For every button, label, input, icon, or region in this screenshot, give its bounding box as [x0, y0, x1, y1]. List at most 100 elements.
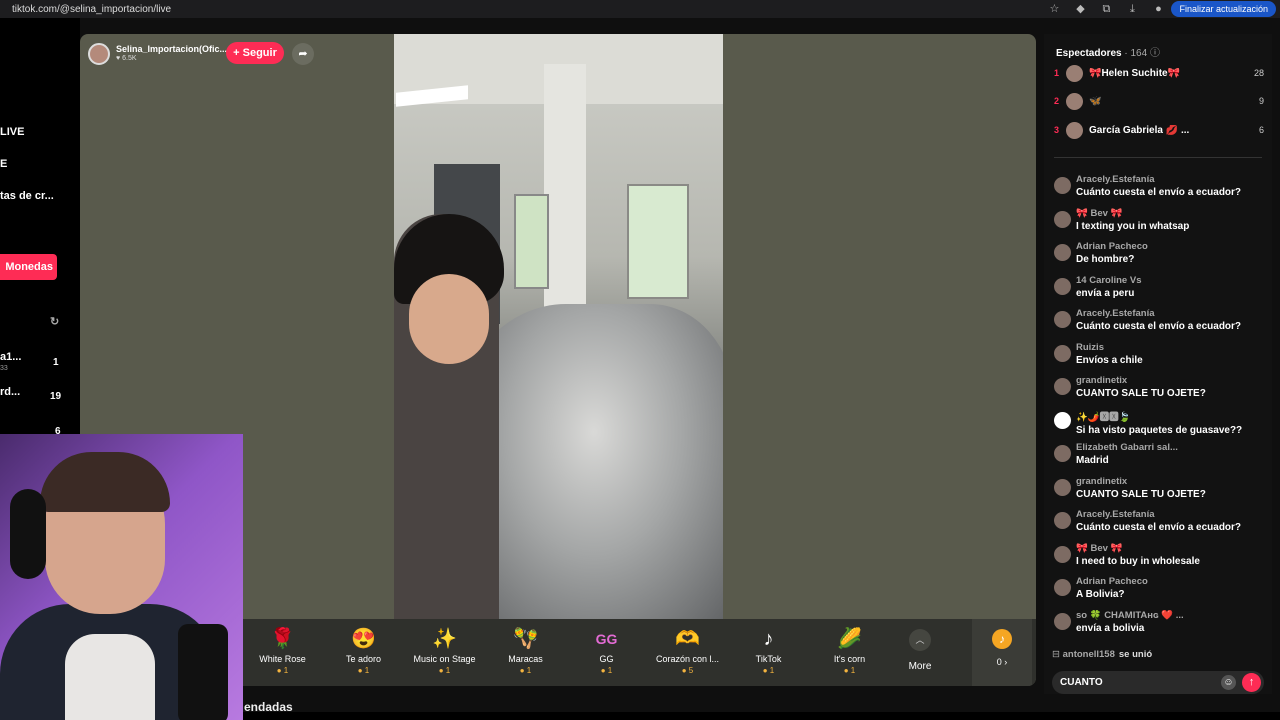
webcam-hair: [40, 452, 170, 512]
rose-icon: 🌹: [270, 628, 295, 650]
avatar: [1054, 612, 1071, 630]
extension-icon[interactable]: ◆: [1073, 2, 1087, 16]
host-name[interactable]: Selina_Importacion(Ofic...: [116, 44, 227, 54]
more-gifts-button[interactable]: ︿ More: [890, 619, 950, 686]
host-info[interactable]: Selina_Importacion(Ofic... ♥ 6.5K: [88, 42, 227, 66]
sidebar-account[interactable]: rd...: [0, 386, 20, 398]
sidebar-count: 19: [50, 391, 62, 402]
live-video[interactable]: [394, 34, 723, 619]
gift-gg[interactable]: GG GG ● 1: [566, 619, 647, 686]
gift-tiktok[interactable]: ♪ TikTok ● 1: [728, 619, 809, 686]
chat-list[interactable]: Aracely.Estefanía Cuánto cuesta el envío …: [1052, 174, 1266, 643]
viewers-header[interactable]: Espectadores · 164 ⓘ: [1056, 44, 1160, 59]
avatar: [1054, 512, 1071, 529]
follow-button[interactable]: + Seguir: [226, 42, 284, 64]
sidebar-account-sub: 33: [0, 365, 8, 372]
avatar: [1054, 545, 1071, 563]
top-viewer[interactable]: 3 García Gabriela 💋 ... 6: [1054, 121, 1264, 139]
star-icon: ✨: [432, 628, 457, 650]
hand-heart-icon: 🫶: [675, 628, 700, 650]
chat-message: 14 Caroline Vs envía a peru: [1052, 275, 1266, 309]
avatar: [1054, 177, 1071, 194]
avatar: [1054, 445, 1071, 462]
avatar: [1054, 344, 1071, 362]
chat-message: Elizabeth Gabarri sal... Madrid: [1052, 442, 1266, 476]
tiktok-icon: ♪: [763, 628, 774, 650]
left-sidebar: LIVE E tas de cr... Monedas ↻ a1... 33 1…: [0, 18, 80, 438]
gift-white-rose[interactable]: 🌹 White Rose ● 1: [242, 619, 323, 686]
sidebar-item[interactable]: tas de cr...: [0, 190, 54, 202]
avatar: [1054, 277, 1071, 295]
avatar: [1066, 92, 1083, 110]
host-likes: 6.5K: [122, 55, 137, 62]
chat-panel: Espectadores · 164 ⓘ 1 🎀Helen Suchite🎀 28…: [1044, 34, 1272, 694]
avatar: [1066, 121, 1083, 139]
address-bar[interactable]: tiktok.com/@selina_importacion/live: [12, 4, 1041, 15]
sidebar-item-live[interactable]: LIVE: [0, 126, 24, 138]
puzzle-icon[interactable]: ⧉: [1099, 2, 1113, 16]
chat-message: grandinetix CUANTO SALE TU OJETE?: [1052, 375, 1266, 409]
sidebar-count: 1: [53, 357, 59, 368]
browser-bar: tiktok.com/@selina_importacion/live ☆ ◆ …: [0, 0, 1280, 18]
chat-message: Aracely.Estefanía Cuánto cuesta el envío …: [1052, 174, 1266, 208]
coin-icon: ♪: [992, 629, 1012, 649]
gg-icon: GG: [595, 631, 618, 647]
chat-message: Aracely.Estefanía Cuánto cuesta el envío …: [1052, 308, 1266, 342]
webcam-shirt: [65, 634, 155, 720]
coins-button[interactable]: Monedas: [0, 254, 57, 280]
gift-music-on-stage[interactable]: ✨ Music on Stage ● 1: [404, 619, 485, 686]
join-icon: ⊟: [1052, 649, 1063, 660]
chat-message: so 🍀 CHAMITAʜɢ ❤️ ... envía a bolivia: [1052, 610, 1266, 644]
video-person-face: [409, 274, 489, 364]
comment-box[interactable]: ☺ ↑: [1052, 671, 1264, 694]
chat-message: Aracely.Estefanía Cuánto cuesta el envío …: [1052, 509, 1266, 543]
gift-its-corn[interactable]: 🌽 It's corn ● 1: [809, 619, 890, 686]
avatar: [1054, 579, 1071, 596]
corn-icon: 🌽: [837, 628, 862, 650]
chat-message: grandinetix CUANTO SALE TU OJETE?: [1052, 476, 1266, 510]
chevron-up-icon: ︿: [909, 629, 931, 651]
gift-te-adoro[interactable]: 😍 Te adoro ● 1: [323, 619, 404, 686]
update-button[interactable]: Finalizar actualización: [1171, 1, 1276, 17]
webcam-microphone: [178, 624, 228, 720]
maracas-icon: 🪇: [513, 628, 538, 650]
join-notice: ⊟ antonell158 se unió: [1052, 649, 1153, 660]
star-icon[interactable]: ☆: [1047, 2, 1061, 16]
avatar: [1054, 478, 1071, 496]
send-button[interactable]: ↑: [1242, 673, 1261, 692]
chat-message: 🎀 Bev 🎀 I need to buy in wholesale: [1052, 543, 1266, 577]
avatar: [1054, 210, 1071, 228]
gift-bar: 🌹 White Rose ● 1 😍 Te adoro ● 1 ✨ Music on St…: [242, 619, 1036, 686]
video-window: [514, 194, 549, 289]
avatar: [1054, 311, 1071, 328]
sidebar-account[interactable]: a1...: [0, 351, 21, 363]
comment-input[interactable]: [1060, 674, 1210, 691]
avatar: [1054, 244, 1071, 261]
avatar: [1054, 378, 1071, 395]
avatar: [1054, 411, 1071, 429]
chat-message: Adrian Pacheco De hombre?: [1052, 241, 1266, 275]
chat-message: ✨🌶️🆇🆇🍃 Si ha visto paquetes de guasave??: [1052, 409, 1266, 443]
info-icon[interactable]: ⓘ: [1150, 48, 1160, 59]
webcam-headphones: [10, 489, 46, 579]
video-window: [627, 184, 689, 299]
coin-balance[interactable]: ♪ 0 ›: [972, 619, 1032, 686]
chat-message: Adrian Pacheco A Bolivia?: [1052, 576, 1266, 610]
refresh-icon[interactable]: ↻: [50, 315, 59, 328]
emoji-icon[interactable]: ☺: [1221, 675, 1236, 690]
chat-message: 🎀 Bev 🎀 I texting you in whatsap: [1052, 208, 1266, 242]
top-viewer[interactable]: 2 🦋 9: [1054, 92, 1264, 110]
download-icon[interactable]: ⤓: [1125, 2, 1139, 16]
divider: [1054, 157, 1262, 158]
profile-avatar[interactable]: ●: [1151, 2, 1165, 16]
gift-corazon[interactable]: 🫶 Corazón con l... ● 5: [647, 619, 728, 686]
video-pillar: [544, 64, 586, 324]
top-viewer[interactable]: 1 🎀Helen Suchite🎀 28: [1054, 64, 1264, 82]
heart-face-icon: 😍: [351, 628, 376, 650]
share-icon[interactable]: ➦: [292, 43, 314, 65]
avatar: [1066, 64, 1083, 82]
gift-maracas[interactable]: 🪇 Maracas ● 1: [485, 619, 566, 686]
sidebar-item[interactable]: E: [0, 158, 7, 170]
streamer-webcam: [0, 434, 243, 720]
host-avatar[interactable]: [88, 43, 110, 65]
